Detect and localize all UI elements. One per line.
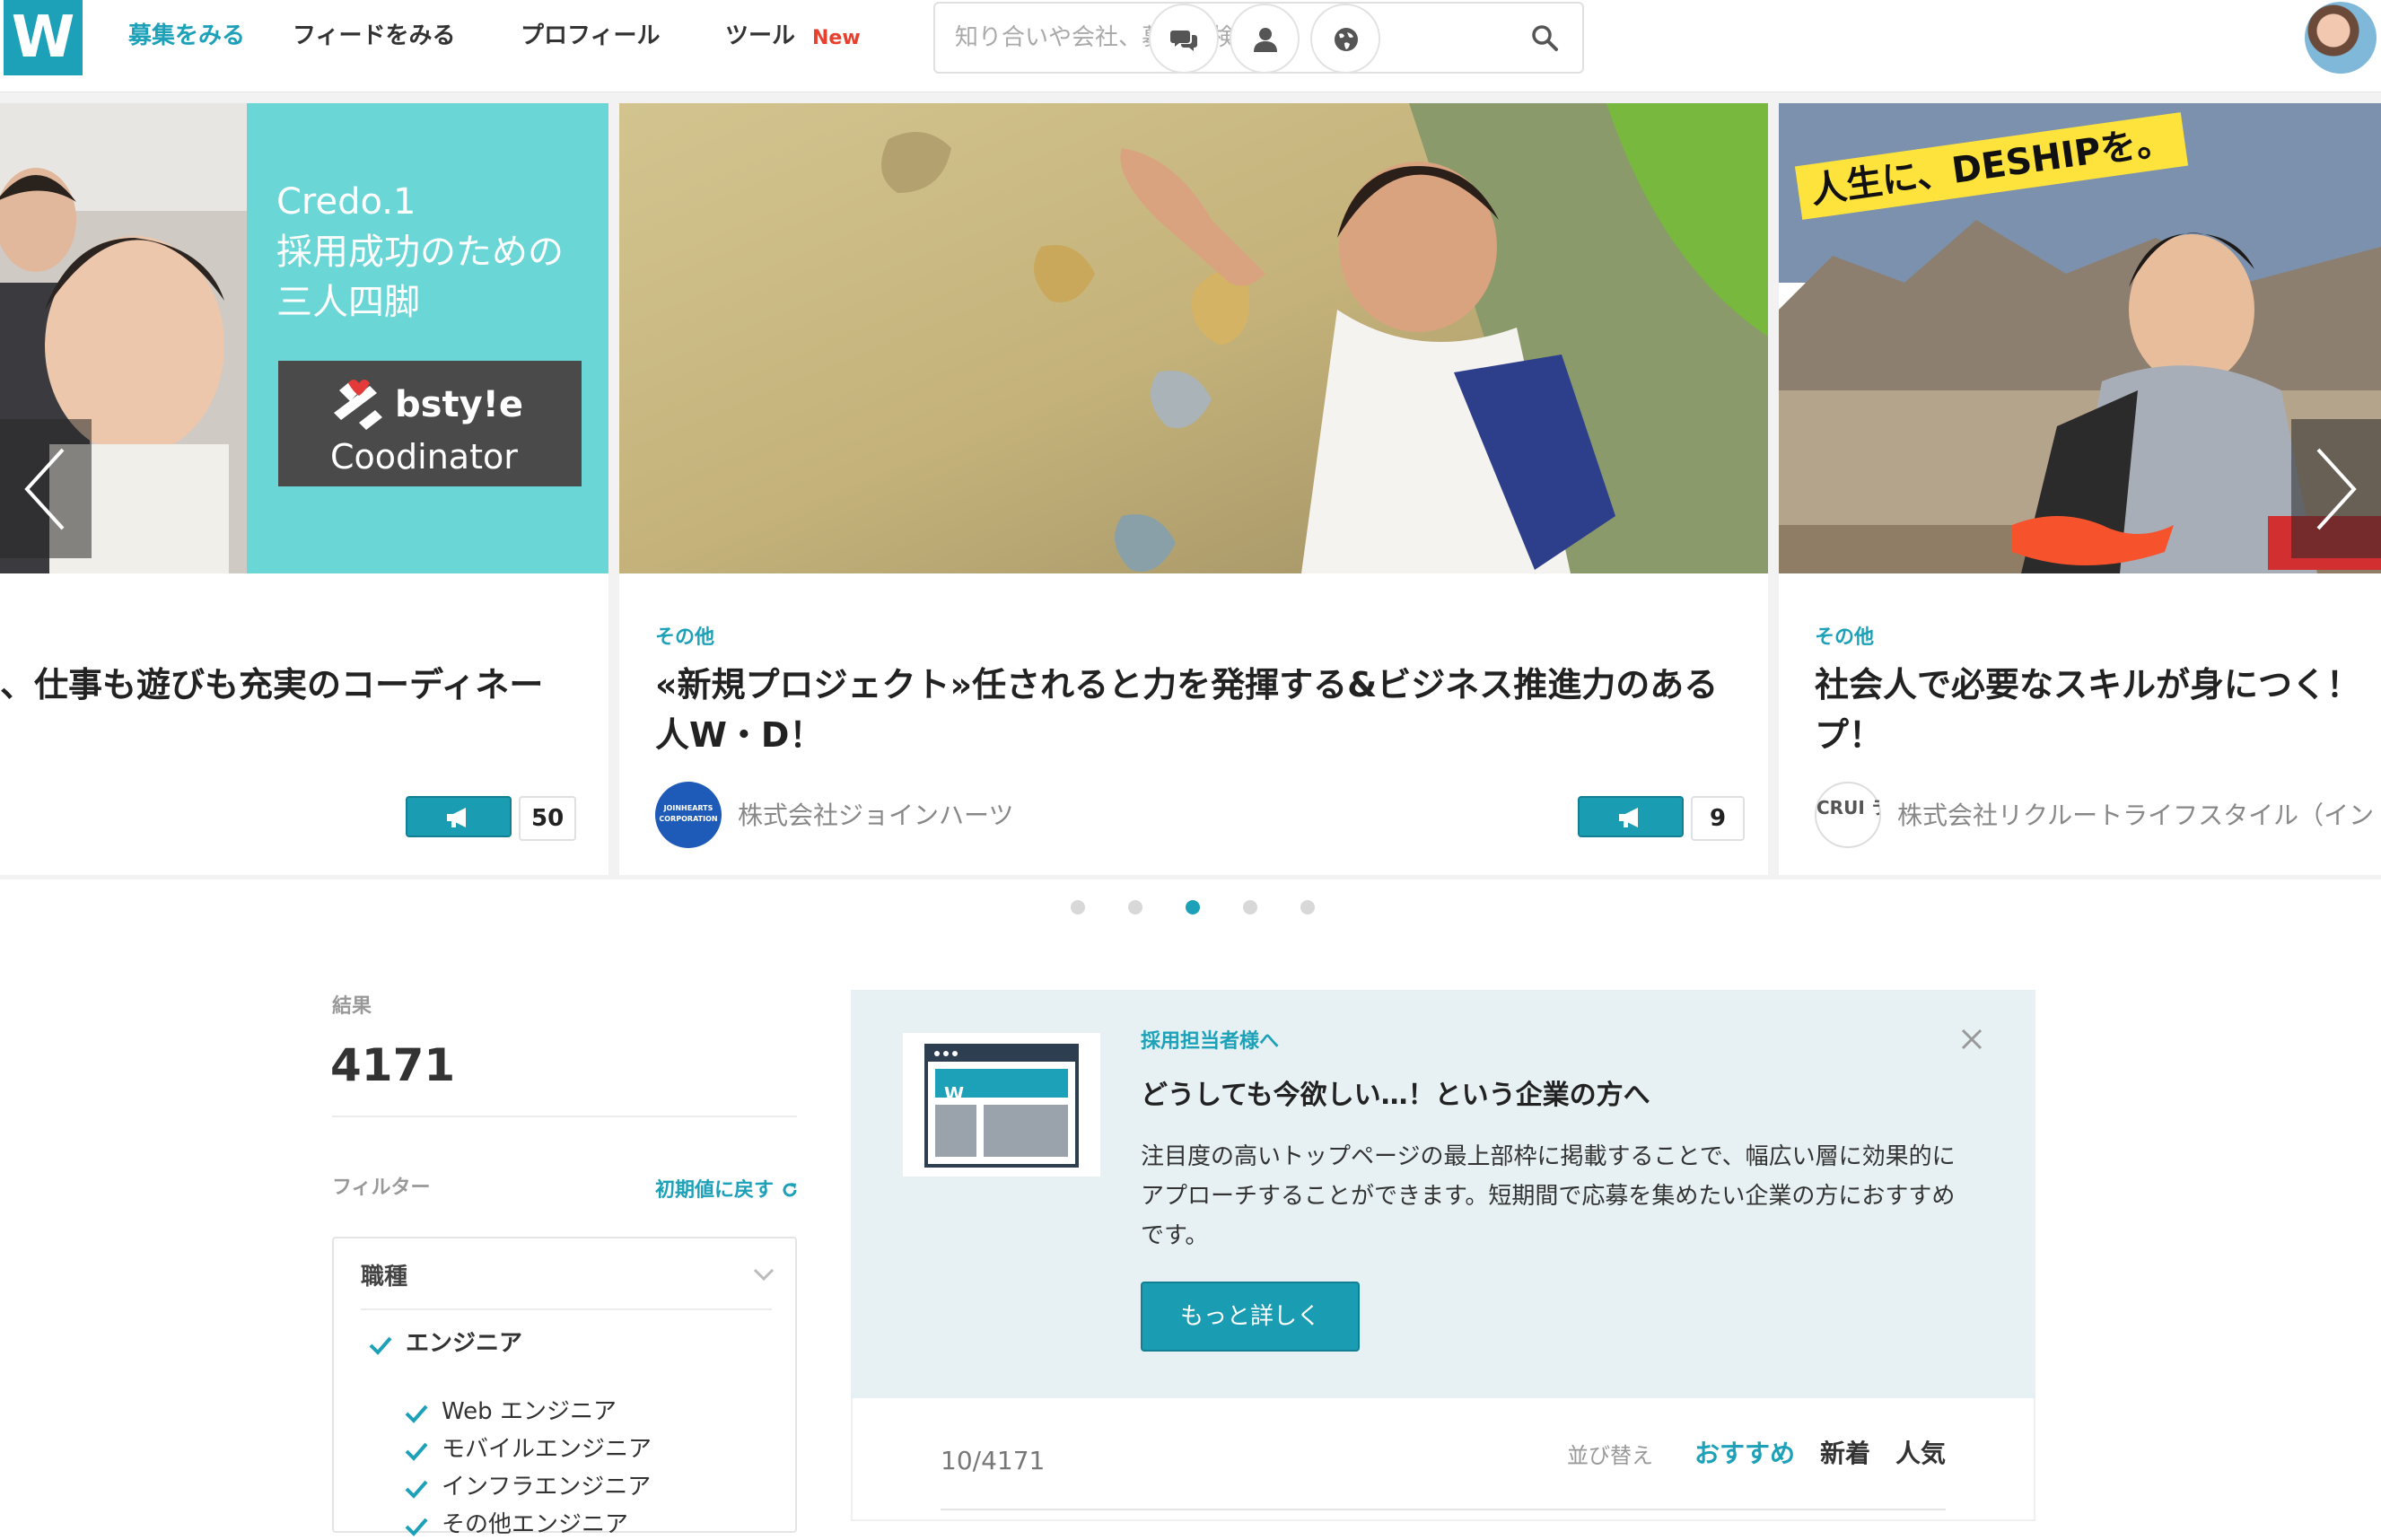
search-icon[interactable] [1530, 23, 1559, 52]
filter-section-title[interactable]: 職種 [361, 1262, 407, 1292]
card-title[interactable]: 社会人で必要なスキルが身につく！プ！ [1815, 660, 2381, 760]
filter-option-infra-engineer[interactable]: インフラエンジニア [442, 1472, 651, 1502]
card-title[interactable]: 、仕事も遊びも充実のコーディネー [0, 660, 591, 710]
chevron-left-icon [24, 448, 65, 530]
promo-title: どうしても今欲しい…！という企業の方へ [1141, 1080, 1650, 1111]
recruiter-promo-panel: W 採用担当者様へ どうしても今欲しい…！という企業の方へ 注目度の高いトップペ… [851, 990, 2035, 1398]
cheer-button[interactable] [406, 796, 512, 837]
new-badge: New [812, 27, 861, 49]
banner-line-3: 三人四脚 [276, 282, 420, 323]
wantedly-logo[interactable]: W [4, 0, 83, 75]
checkmark-icon[interactable] [404, 1404, 429, 1423]
company-logo[interactable]: CRUI ライ [1815, 782, 1881, 848]
filter-option-other-engineer[interactable]: その他エンジニア [442, 1509, 628, 1540]
close-icon[interactable] [1960, 1028, 1983, 1051]
checkmark-icon[interactable] [404, 1441, 429, 1461]
cheer-count: 50 [519, 796, 577, 841]
banner-line-2: 採用成功のための [276, 232, 564, 273]
checkmark-icon[interactable] [404, 1479, 429, 1499]
sort-recommended[interactable]: おすすめ [1694, 1438, 1795, 1470]
user-icon [1254, 28, 1277, 52]
language-button[interactable] [1310, 4, 1380, 74]
filter-option-web-engineer[interactable]: Web エンジニア [442, 1396, 617, 1427]
nav-link-tools[interactable]: ツール [725, 22, 795, 50]
cheer-button[interactable] [1578, 796, 1684, 837]
divider [941, 1509, 1946, 1510]
megaphone-icon [447, 808, 466, 827]
chevron-down-icon[interactable] [752, 1265, 775, 1283]
banner-brand: bsty!e [395, 384, 524, 425]
profile-button[interactable] [1230, 4, 1300, 74]
carousel-next-button[interactable] [2291, 419, 2381, 558]
card-image [619, 103, 1768, 573]
sort-label: 並び替え [1567, 1443, 1653, 1468]
results-count: 4171 [330, 1039, 456, 1091]
top-nav: W 募集をみる フィードをみる プロフィール ツール New [0, 0, 2381, 92]
results-label: 結果 [332, 995, 372, 1018]
banner-brand-sub: Coodinator [330, 437, 518, 477]
carousel-dot-2[interactable] [1128, 900, 1142, 914]
filter-job-type: 職種 エンジニア Web エンジニア モバイルエンジニア インフラエンジニア そ… [332, 1237, 797, 1538]
promo-illustration: W [903, 1033, 1100, 1177]
chevron-right-icon [2316, 448, 2357, 530]
carousel-dot-4[interactable] [1243, 900, 1257, 914]
carousel-dot-1[interactable] [1071, 900, 1085, 914]
checkmark-icon[interactable] [404, 1517, 429, 1536]
megaphone-icon [1619, 808, 1638, 827]
sort-popular[interactable]: 人気 [1895, 1438, 1946, 1470]
promo-body: 注目度の高いトップページの最上部枠に掲載することで、幅広い層に効果的にアプローチ… [1141, 1143, 1956, 1249]
filter-option-mobile-engineer[interactable]: モバイルエンジニア [442, 1434, 652, 1465]
promo-illustration-logo: W [944, 1083, 965, 1105]
reset-filters-link[interactable]: 初期値に戻す [655, 1178, 799, 1203]
sort-newest[interactable]: 新着 [1820, 1438, 1870, 1470]
featured-carousel: Credo.1 採用成功のための 三人四脚 bsty!e Coodinator … [0, 92, 2381, 879]
reset-filters-label: 初期値に戻す [655, 1179, 775, 1202]
card-category: その他 [1815, 626, 1875, 649]
filter-label: フィルター [332, 1177, 431, 1199]
company-logo[interactable]: JOINHEARTS CORPORATION [655, 782, 722, 848]
chat-icon [1170, 31, 1197, 51]
refresh-icon [783, 1183, 797, 1197]
featured-card-2[interactable]: その他 «新規プロジェクト»任されると力を発揮する&ビジネス推進力のある人W・D… [619, 103, 1768, 875]
divider [332, 1116, 797, 1117]
card-photo-climbing [619, 103, 1768, 573]
filter-option-engineer[interactable]: エンジニア [406, 1328, 522, 1359]
promo-kicker: 採用担当者様へ [1141, 1030, 1280, 1053]
carousel-prev-button[interactable] [0, 419, 92, 558]
carousel-pagination [0, 900, 2381, 927]
listing-count: 10/4171 [941, 1446, 1046, 1475]
messages-button[interactable] [1149, 4, 1219, 74]
card-category: その他 [655, 626, 715, 649]
carousel-dot-5[interactable] [1300, 900, 1315, 914]
listing-header: 10/4171 並び替え おすすめ 新着 人気 [851, 1398, 2035, 1521]
company-name[interactable]: 株式会社ジョインハーツ [738, 800, 1013, 832]
cheer-count: 9 [1691, 796, 1745, 841]
nav-link-feed[interactable]: フィードをみる [293, 22, 455, 50]
banner-line-1: Credo.1 [276, 181, 416, 223]
card-title[interactable]: «新規プロジェクト»任されると力を発揮する&ビジネス推進力のある人W・D！ [655, 660, 1732, 760]
nav-link-jobs[interactable]: 募集をみる [128, 22, 245, 50]
globe-icon [1335, 28, 1358, 51]
company-name[interactable]: 株式会社リクルートライフスタイル（イン [1897, 800, 2374, 832]
learn-more-button[interactable]: もっと詳しく [1141, 1282, 1360, 1352]
user-avatar[interactable] [2305, 2, 2377, 74]
nav-link-profile[interactable]: プロフィール [521, 22, 660, 50]
divider [361, 1308, 772, 1310]
checkmark-icon[interactable] [368, 1335, 393, 1355]
carousel-dot-3[interactable] [1186, 900, 1200, 914]
